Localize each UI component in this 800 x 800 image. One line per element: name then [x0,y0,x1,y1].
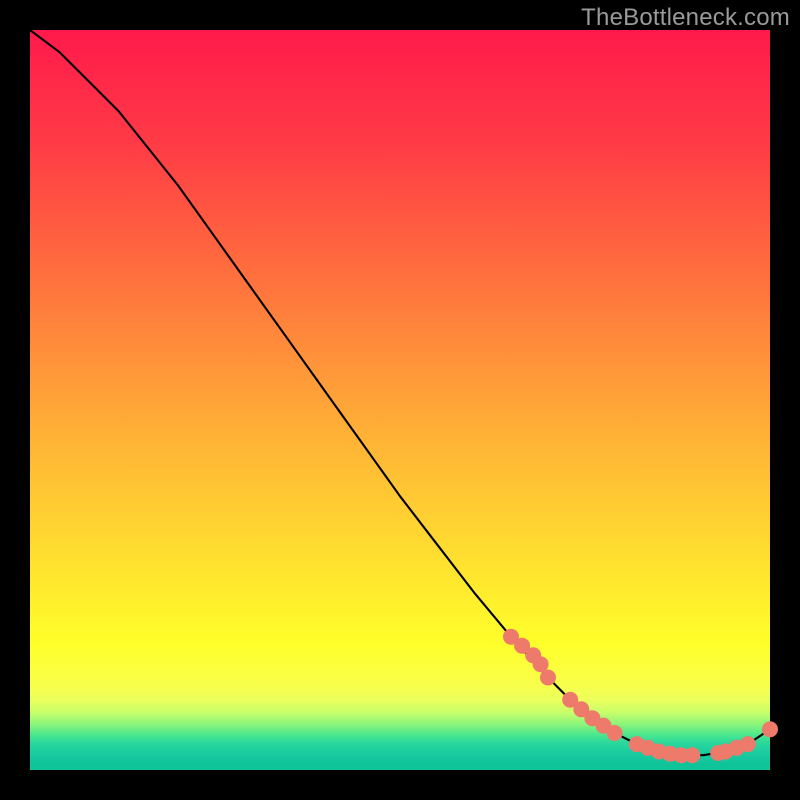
marker-group [503,629,778,763]
chart-frame: TheBottleneck.com [0,0,800,800]
curve-marker [540,670,556,686]
plot-area [30,30,770,770]
curve-marker [762,721,778,737]
chart-overlay [30,30,770,770]
bottleneck-curve [30,30,770,755]
curve-marker [740,736,756,752]
watermark-text: TheBottleneck.com [581,4,790,32]
curve-marker [684,747,700,763]
curve-marker [607,725,623,741]
